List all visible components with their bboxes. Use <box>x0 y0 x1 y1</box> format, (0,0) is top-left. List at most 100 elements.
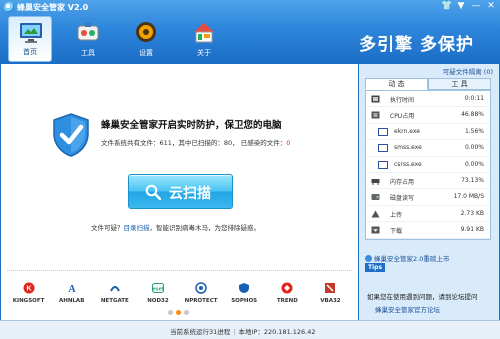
upload-icon <box>371 210 380 218</box>
stat-row-process: csrss.exe 0.00% <box>366 157 490 173</box>
tab-dynamics[interactable]: 动 态 <box>365 78 428 90</box>
stat-value: 73.13% <box>461 176 484 184</box>
partner-vba32: VBA32 <box>310 282 350 304</box>
status-text: 当前系统运行31进程 | 本地IP：220.181.126.42 <box>170 326 316 336</box>
nav-label-home: 首页 <box>23 48 37 56</box>
cloud-scan-label: 云扫描 <box>169 186 211 202</box>
menu-icon[interactable]: ▼ <box>456 1 466 12</box>
status-bar: 当前系统运行31进程 | 本地IP：220.181.126.42 <box>0 320 500 339</box>
monitor-icon <box>20 23 42 43</box>
right-tabs: 动 态 工 具 <box>365 78 491 90</box>
eset-logo-icon: eset <box>151 283 164 293</box>
slogan: 多引擎 多保护 <box>359 35 474 55</box>
main-nav: 首页 工具 设置 关于 <box>8 16 226 62</box>
stat-value: 0.00% <box>464 144 484 152</box>
close-icon[interactable]: ✕ <box>486 1 496 12</box>
process-icon <box>378 144 388 153</box>
partner-nprotect: NPROTECT <box>181 282 221 304</box>
partner-name: TREND <box>276 298 298 304</box>
partner-kingsoft: K KINGSOFT <box>9 282 49 304</box>
search-icon <box>145 184 161 200</box>
partner-name: NETGATE <box>100 298 129 304</box>
tips-badge: Tips <box>365 263 386 272</box>
local-ip: 本地IP：220.181.126.42 <box>238 328 316 336</box>
nav-label-settings: 设置 <box>139 49 153 57</box>
stat-label: 下载 <box>390 228 403 236</box>
nav-about[interactable]: 关于 <box>182 16 226 62</box>
minimize-icon[interactable]: — <box>471 1 481 12</box>
protection-headline: 蜂巢安全管家开启实时防护，保卫您的电脑 <box>101 120 282 131</box>
nav-tools[interactable]: 工具 <box>66 16 110 62</box>
stat-row-upload: 上传 2.73 KB <box>366 206 490 223</box>
svg-text:A: A <box>68 284 76 294</box>
promo-icon <box>365 255 372 262</box>
process-icon <box>378 127 388 136</box>
status-separator: | <box>233 328 236 336</box>
partner-sophos: SOPHOS <box>224 282 264 304</box>
kingsoft-logo-icon: K <box>23 282 35 294</box>
cloud-scan-button[interactable]: 云扫描 <box>128 174 233 209</box>
stat-label: 磁盘读写 <box>390 195 415 203</box>
partner-name: AHNLAB <box>58 298 85 304</box>
tips-box: Tips 如果您在使用遇到问题，请到论坛提问 蜂巢安全管家官方论坛 <box>365 263 493 319</box>
directory-scan-link[interactable]: 目录扫描 <box>124 224 150 232</box>
engine-partners: K KINGSOFT A AHNLAB NETGATE eset NOD32 N… <box>1 282 358 304</box>
main-panel: 蜂巢安全管家开启实时防护，保卫您的电脑 文件系统共有文件：611，其中已扫描的：… <box>1 64 358 320</box>
title-bar: 蜂巢安全管家 V2.0 👕 ▼ — ✕ <box>0 0 500 14</box>
tools-icon <box>77 23 99 41</box>
quarantine-link[interactable]: 可疑文件隔离 (0) <box>443 66 493 76</box>
partner-name: VBA32 <box>320 298 341 304</box>
svg-text:eset: eset <box>152 287 163 293</box>
pager-dot-active[interactable] <box>176 310 181 315</box>
stat-value: 2.73 KB <box>460 209 484 217</box>
promo-link[interactable]: 蜂巢安全管家2.0重磅上市 <box>365 253 491 263</box>
pager-dot[interactable] <box>168 310 173 315</box>
nav-label-about: 关于 <box>197 49 211 57</box>
process-icon <box>378 160 388 169</box>
stat-label: CPU占用 <box>390 113 415 121</box>
ahnlab-logo-icon: A <box>68 284 76 295</box>
stat-row-runtime: 执行时间 0:0:11 <box>366 91 490 108</box>
nav-label-tools: 工具 <box>81 49 95 57</box>
stat-label: smss.exe <box>394 144 422 152</box>
stat-row-process: ekrn.exe 1.56% <box>366 124 490 141</box>
pager-dot[interactable] <box>184 310 189 315</box>
clock-icon <box>371 95 380 103</box>
nprotect-logo-icon <box>195 282 207 294</box>
right-panel: 可疑文件隔离 (0) 动 态 工 具 执行时间 0:0:11 CPU占用 46.… <box>359 64 499 320</box>
partner-ahnlab: A AHNLAB <box>52 282 92 304</box>
download-icon <box>371 226 380 234</box>
cpu-icon <box>371 111 380 119</box>
netgate-logo-icon <box>109 286 120 292</box>
process-count: 当前系统运行31进程 <box>170 328 231 336</box>
stat-label: ekrn.exe <box>394 127 420 135</box>
infected-count: 0 <box>286 139 291 147</box>
partner-nod32: eset NOD32 <box>138 282 178 304</box>
partner-trend: TREND <box>267 282 307 304</box>
carousel-pager <box>168 310 189 315</box>
memory-icon <box>371 178 380 185</box>
partner-name: NOD32 <box>147 298 169 304</box>
nav-home[interactable]: 首页 <box>8 16 52 62</box>
trend-logo-icon <box>281 282 293 294</box>
header: 蜂巢安全管家 V2.0 👕 ▼ — ✕ 首页 工具 设置 关于 多引擎 多保护 <box>0 0 500 64</box>
hint-prefix: 文件可疑？ <box>91 224 124 232</box>
settings-icon <box>136 22 156 42</box>
scan-stats-text: 文件系统共有文件：611，其中已扫描的：80， 已感染的文件： <box>101 139 287 147</box>
hint-suffix: ，智能识别病毒木马，为您排除疑惑。 <box>149 224 261 232</box>
tab-tools[interactable]: 工 具 <box>428 78 491 90</box>
nav-settings[interactable]: 设置 <box>124 16 168 62</box>
stat-label: 上传 <box>390 211 403 219</box>
skin-icon[interactable]: 👕 <box>441 1 452 12</box>
system-stats-table: 执行时间 0:0:11 CPU占用 46.88% ekrn.exe 1.56% … <box>365 90 491 240</box>
forum-link[interactable]: 蜂巢安全管家官方论坛 <box>375 304 440 314</box>
stat-value: 0:0:11 <box>464 95 484 102</box>
stat-row-process: smss.exe 0.00% <box>366 140 490 157</box>
app-logo-icon <box>4 2 14 12</box>
scan-hint: 文件可疑？目录扫描，智能识别病毒木马，为您排除疑惑。 <box>91 222 260 232</box>
partner-name: KINGSOFT <box>12 298 45 304</box>
stat-label: 内存占用 <box>390 178 415 186</box>
stat-value: 0.00% <box>464 160 484 168</box>
about-icon <box>194 23 214 43</box>
stat-row-memory: 内存占用 73.13% <box>366 173 490 190</box>
